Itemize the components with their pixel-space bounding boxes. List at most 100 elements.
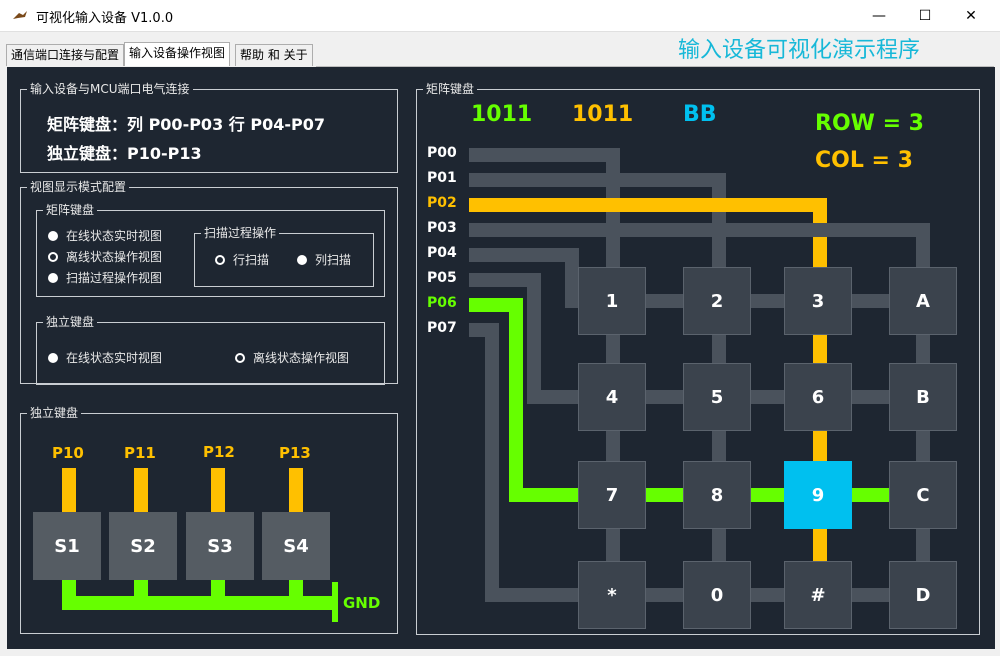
port-p07: P07 — [427, 320, 457, 336]
key-hash[interactable]: # — [784, 561, 852, 629]
port-label-p13: P13 — [279, 444, 311, 462]
port-wire — [134, 468, 148, 512]
radio-matrix-offline[interactable]: 离线状态操作视图 — [48, 248, 162, 265]
key-0[interactable]: 0 — [683, 561, 751, 629]
radio-matrix-scan[interactable]: 扫描过程操作视图 — [48, 269, 162, 286]
radio-label: 在线状态实时视图 — [66, 229, 163, 243]
port-label-p11: P11 — [124, 444, 156, 462]
row-code: 1011 — [572, 102, 634, 127]
radio-label: 扫描过程操作视图 — [66, 271, 163, 285]
radio-dot-selected — [215, 254, 225, 265]
row-feed-3-down — [485, 323, 499, 602]
port-p02: P02 — [427, 195, 457, 211]
row-feed-0 — [469, 248, 577, 262]
row-feed-0-down — [565, 248, 579, 308]
key-4[interactable]: 4 — [578, 363, 646, 431]
tab-port-config[interactable]: 通信端口连接与配置 — [6, 44, 125, 66]
main-panel: 输入设备与MCU端口电气连接 矩阵键盘：列 P00-P03 行 P04-P07 … — [7, 67, 995, 649]
key-1[interactable]: 1 — [578, 267, 646, 335]
radio-row-scan[interactable]: 行扫描 — [215, 251, 269, 268]
port-p03: P03 — [427, 220, 457, 236]
hex-code: BB — [683, 102, 717, 127]
radio-indep-offline[interactable]: 离线状态操作视图 — [235, 349, 349, 366]
key-b[interactable]: B — [889, 363, 957, 431]
gnd-symbol — [332, 582, 338, 622]
app-heading: 输入设备可视化演示程序 — [678, 38, 921, 63]
scan-op-group: 扫描过程操作 行扫描 列扫描 — [194, 226, 374, 287]
indep-mode-title: 独立键盘 — [43, 315, 98, 329]
radio-label: 离线状态操作视图 — [66, 250, 163, 264]
port-wire — [289, 468, 303, 512]
port-p00: P00 — [427, 145, 457, 161]
radio-dot — [48, 230, 58, 241]
radio-matrix-online[interactable]: 在线状态实时视图 — [48, 227, 162, 244]
key-star[interactable]: * — [578, 561, 646, 629]
key-9-pressed[interactable]: 9 — [784, 461, 852, 529]
key-3[interactable]: 3 — [784, 267, 852, 335]
window-title: 可视化输入设备 V1.0.0 — [36, 11, 174, 26]
port-wire — [62, 468, 76, 512]
radio-indep-online[interactable]: 在线状态实时视图 — [48, 349, 162, 366]
port-label-p10: P10 — [52, 444, 84, 462]
radio-label: 列扫描 — [315, 253, 352, 267]
col-feed-0 — [469, 148, 620, 162]
gnd-label: GND — [343, 594, 381, 612]
key-s2[interactable]: S2 — [109, 512, 177, 580]
key-a[interactable]: A — [889, 267, 957, 335]
key-2[interactable]: 2 — [683, 267, 751, 335]
radio-label: 离线状态操作视图 — [253, 351, 350, 365]
indep-kbd-title: 独立键盘 — [27, 406, 82, 420]
indep-connection-text: 独立键盘：P10-P13 — [47, 144, 202, 163]
port-p04: P04 — [427, 245, 457, 261]
key-s3[interactable]: S3 — [186, 512, 254, 580]
minimize-button[interactable]: — — [856, 0, 902, 32]
tab-help-about[interactable]: 帮助 和 关于 — [235, 44, 313, 66]
matrix-kbd-title: 矩阵键盘 — [423, 82, 478, 96]
connection-group-title: 输入设备与MCU端口电气连接 — [27, 82, 193, 96]
key-7[interactable]: 7 — [578, 461, 646, 529]
port-label-p12: P12 — [203, 443, 235, 461]
indep-mode-group: 独立键盘 在线状态实时视图 离线状态操作视图 — [36, 315, 385, 385]
view-config-group: 视图显示模式配置 矩阵键盘 在线状态实时视图 离线状态操作视图 扫描过程操作视图… — [20, 180, 398, 385]
col-feed-3 — [469, 223, 930, 237]
column-code: 1011 — [471, 102, 533, 127]
matrix-kbd-group: 矩阵键盘 1011 1011 BB ROW = 3 COL = 3 P00 P0… — [416, 82, 980, 635]
row-readout: ROW = 3 — [815, 111, 924, 136]
radio-label: 行扫描 — [233, 253, 270, 267]
key-s4[interactable]: S4 — [262, 512, 330, 580]
tab-device-view[interactable]: 输入设备操作视图 — [124, 42, 231, 66]
close-button[interactable]: ✕ — [948, 0, 994, 32]
col-feed-1 — [469, 173, 726, 187]
row-feed-1-down — [527, 273, 541, 404]
radio-dot — [297, 254, 307, 265]
port-wire — [211, 468, 225, 512]
indep-kbd-group: 独立键盘 P10 P11 P12 P13 S1 S2 S3 S4 GND — [20, 406, 398, 634]
title-bar: 可视化输入设备 V1.0.0 — ☐ ✕ — [0, 0, 1000, 32]
matrix-mode-title: 矩阵键盘 — [43, 203, 98, 217]
port-p06: P06 — [427, 295, 457, 311]
col-readout: COL = 3 — [815, 148, 913, 173]
radio-label: 在线状态实时视图 — [66, 351, 163, 365]
scan-op-title: 扫描过程操作 — [201, 226, 280, 240]
matrix-mode-group: 矩阵键盘 在线状态实时视图 离线状态操作视图 扫描过程操作视图 扫描过程操作 行… — [36, 203, 385, 297]
radio-dot — [48, 352, 58, 363]
maximize-button[interactable]: ☐ — [902, 0, 948, 32]
radio-dot-selected — [48, 251, 58, 262]
port-p05: P05 — [427, 270, 457, 286]
app-icon — [13, 11, 27, 19]
radio-dot-selected — [235, 352, 245, 363]
key-6[interactable]: 6 — [784, 363, 852, 431]
key-s1[interactable]: S1 — [33, 512, 101, 580]
port-p01: P01 — [427, 170, 457, 186]
key-c[interactable]: C — [889, 461, 957, 529]
matrix-connection-text: 矩阵键盘：列 P00-P03 行 P04-P07 — [47, 115, 325, 134]
col-feed-2-active — [469, 198, 827, 212]
radio-col-scan[interactable]: 列扫描 — [297, 251, 351, 268]
view-config-title: 视图显示模式配置 — [27, 180, 130, 194]
gnd-bus — [62, 596, 332, 610]
key-d[interactable]: D — [889, 561, 957, 629]
key-5[interactable]: 5 — [683, 363, 751, 431]
radio-dot — [48, 272, 58, 283]
key-8[interactable]: 8 — [683, 461, 751, 529]
connection-group: 输入设备与MCU端口电气连接 矩阵键盘：列 P00-P03 行 P04-P07 … — [20, 82, 398, 173]
